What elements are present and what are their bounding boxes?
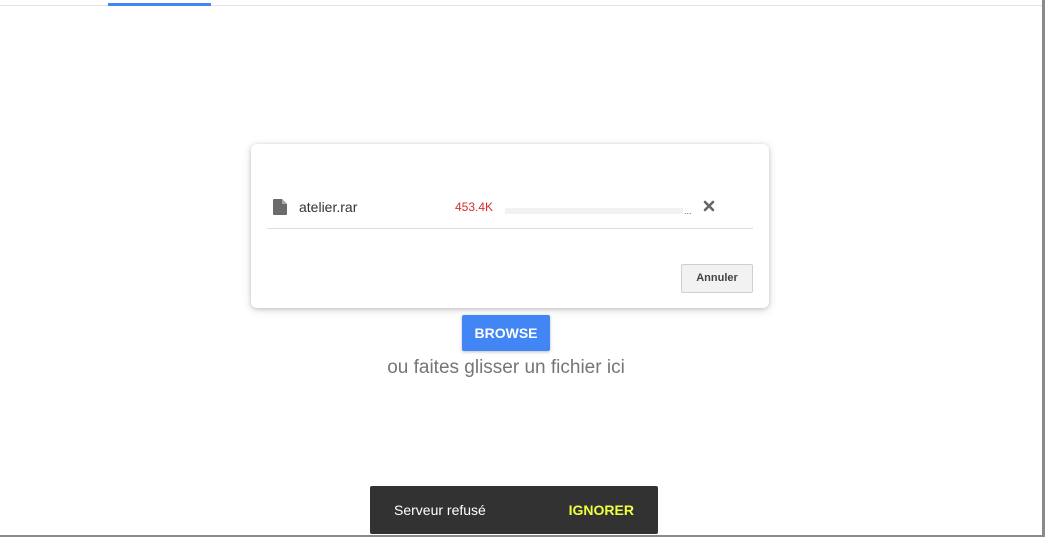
active-tab-indicator [108, 3, 211, 6]
file-row: atelier.rar 453.4K ... [267, 184, 753, 229]
file-size: 453.4K [455, 200, 494, 214]
snackbar: Serveur refusé IGNORER [370, 486, 658, 534]
snackbar-message: Serveur refusé [394, 502, 486, 518]
browse-button[interactable]: BROWSE [462, 315, 550, 351]
file-icon [273, 199, 287, 215]
remove-file-button[interactable] [700, 197, 718, 215]
close-icon [703, 200, 715, 212]
progress-ellipsis: ... [684, 206, 692, 216]
dismiss-button[interactable]: IGNORER [569, 502, 634, 518]
file-name: atelier.rar [299, 199, 358, 215]
cancel-button[interactable]: Annuler [681, 264, 753, 293]
drop-zone-hint: ou faites glisser un fichier ici [387, 357, 625, 378]
upload-progress-bar [505, 208, 683, 214]
upload-dialog: atelier.rar 453.4K ... Annuler [251, 144, 769, 308]
page: atelier.rar 453.4K ... Annuler BROWSE ou… [0, 0, 1045, 537]
